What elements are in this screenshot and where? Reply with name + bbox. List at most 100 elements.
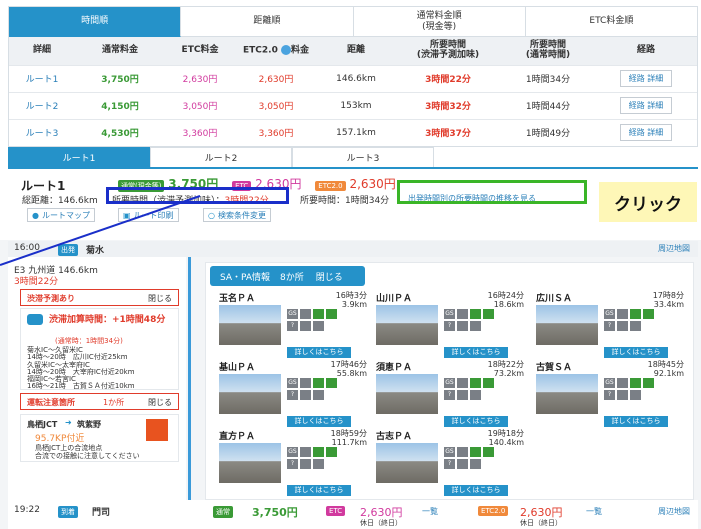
route-map-button[interactable]: ● ルートマップ bbox=[27, 208, 95, 222]
close-button[interactable]: 閉じる bbox=[316, 270, 343, 283]
sapa-title: SA・PA情報 bbox=[220, 272, 271, 283]
jam-time: 3時間37分 bbox=[395, 118, 501, 146]
shower-icon bbox=[643, 309, 654, 319]
etc-tag: ETC bbox=[326, 506, 346, 516]
route-name[interactable]: ルート3 bbox=[9, 118, 75, 146]
shower-icon bbox=[326, 309, 337, 319]
gas-icon: GS bbox=[444, 309, 455, 319]
route-name[interactable]: ルート2 bbox=[9, 91, 75, 119]
distance: 146.6km bbox=[317, 64, 395, 92]
jct-name: 鳥栖JCT bbox=[27, 420, 58, 429]
button-label: 検索条件変更 bbox=[217, 210, 266, 220]
parking-icon bbox=[313, 390, 324, 400]
tab-sort-time[interactable]: 時間順 bbox=[9, 7, 182, 37]
arrive-time: 19:22 bbox=[14, 505, 40, 515]
highlight-box bbox=[397, 180, 587, 204]
distance: 157.1km bbox=[317, 118, 395, 146]
printer-icon: ▣ bbox=[123, 210, 131, 220]
jct-to: 筑紫野 bbox=[77, 420, 101, 429]
button-label: ルート印刷 bbox=[133, 210, 174, 220]
more-link[interactable]: 詳しくはこちら bbox=[604, 347, 668, 358]
shop-icon bbox=[313, 309, 324, 319]
more-link[interactable]: 詳しくはこちら bbox=[287, 485, 351, 496]
route-name[interactable]: ルート1 bbox=[9, 64, 75, 92]
route-detail-button[interactable]: 経路 詳細 bbox=[619, 97, 673, 114]
spot-name: 玉名ＰＡ bbox=[219, 294, 256, 304]
spot-time-value: 17時46分 bbox=[330, 360, 367, 369]
etc-fee: 3,050円 bbox=[165, 91, 235, 119]
shop-icon bbox=[470, 447, 481, 457]
spot-dist: 73.2km bbox=[493, 369, 524, 379]
toilet-icon bbox=[300, 321, 311, 331]
sapa-spot: 玉名ＰＡ 16時3分 3.9km GS ? 詳しくはこちら bbox=[219, 291, 369, 361]
spot-name: 基山ＰＡ bbox=[219, 363, 256, 373]
shop-icon bbox=[630, 378, 641, 388]
more-link[interactable]: 詳しくはこちら bbox=[444, 416, 508, 427]
arrival-row: 19:22 到着 門司 通常 3,750円 ETC 2,630円 休日（終日） … bbox=[8, 500, 698, 529]
tab-sort-etc-fee[interactable]: ETC料金順 bbox=[525, 7, 697, 37]
toilet-icon bbox=[300, 390, 311, 400]
spot-name: 広川ＳＡ bbox=[536, 294, 573, 304]
more-link[interactable]: 詳しくはこちら bbox=[287, 347, 351, 358]
fee-label: 料金 bbox=[290, 45, 309, 56]
parking-icon bbox=[313, 459, 324, 469]
close-button[interactable]: 閉じる bbox=[148, 293, 172, 304]
tab-route-1[interactable]: ルート1 bbox=[8, 147, 150, 167]
more-link[interactable]: 詳しくはこちら bbox=[287, 416, 351, 427]
jam-detail-card: 渋滞加算時間：+1時間48分 (通常時：1時間34分) 菊水IC～久留米IC 1… bbox=[20, 308, 179, 390]
spot-time: 16時24分 18.6km bbox=[488, 291, 524, 309]
etc2-price: 2,630円 bbox=[349, 177, 396, 191]
caution-card: 運転注意箇所 1か所 閉じる bbox=[20, 393, 179, 410]
spot-time-value: 18時59分 bbox=[330, 429, 367, 438]
more-link[interactable]: 詳しくはこちら bbox=[444, 485, 508, 496]
sapa-spot: 山川ＰＡ 16時24分 18.6km GS ? 詳しくはこちら bbox=[376, 291, 526, 361]
change-condition-button[interactable]: ○ 検索条件変更 bbox=[203, 208, 271, 222]
route-detail-button[interactable]: 経路 詳細 bbox=[619, 70, 673, 87]
more-link[interactable]: 詳しくはこちら bbox=[444, 347, 508, 358]
tab-route-2[interactable]: ルート2 bbox=[150, 147, 292, 167]
spot-time-value: 16時24分 bbox=[487, 291, 524, 300]
nearby-map-link[interactable]: 周辺地図 bbox=[658, 243, 690, 254]
info-icon: ? bbox=[444, 390, 455, 400]
shower-icon bbox=[326, 378, 337, 388]
spot-time: 17時8分 33.4km bbox=[653, 291, 684, 309]
nearby-map-link[interactable]: 周辺地図 bbox=[658, 506, 690, 517]
shower-icon bbox=[326, 447, 337, 457]
restaurant-icon bbox=[457, 378, 468, 388]
spot-dist: 33.4km bbox=[653, 300, 684, 310]
gas-icon: GS bbox=[604, 378, 615, 388]
total-distance: 総距離：146.6km bbox=[22, 196, 98, 206]
header-detail: 詳細 bbox=[9, 37, 75, 65]
spot-photo bbox=[219, 374, 281, 414]
more-link[interactable]: 詳しくはこちら bbox=[604, 416, 668, 427]
route-detail-button[interactable]: 経路 詳細 bbox=[619, 124, 673, 142]
info-icon: ? bbox=[287, 321, 298, 331]
normal-fee: 4,150円 bbox=[75, 91, 165, 119]
gas-icon: GS bbox=[444, 378, 455, 388]
sapa-spot: 須恵ＰＡ 18時22分 73.2km GS ? 詳しくはこちら bbox=[376, 360, 526, 430]
tab-sort-distance[interactable]: 距離順 bbox=[181, 7, 354, 37]
restaurant-icon bbox=[300, 378, 311, 388]
spot-photo bbox=[219, 443, 281, 483]
leg-time: 3時間22分 bbox=[14, 277, 59, 287]
toilet-icon bbox=[457, 390, 468, 400]
sapa-spot: 古賀ＳＡ 18時45分 92.1km GS ? 詳しくはこちら bbox=[536, 360, 686, 430]
list-link[interactable]: 一覧 bbox=[422, 506, 438, 517]
tab-sort-normal-fee[interactable]: 通常料金順 (現金等) bbox=[353, 7, 526, 37]
table-row: ルート2 4,150円 3,050円 3,050円 153km 3時間32分 1… bbox=[9, 91, 697, 119]
highlight-box bbox=[106, 187, 289, 204]
info-icon: ? bbox=[287, 459, 298, 469]
etc-fee: 2,630円 bbox=[165, 64, 235, 92]
header-line: (渋滞予測加味) bbox=[416, 49, 480, 60]
normal-fee: 3,750円 bbox=[75, 64, 165, 92]
toilet-icon bbox=[457, 459, 468, 469]
tab-route-3[interactable]: ルート3 bbox=[292, 147, 434, 167]
route-print-button[interactable]: ▣ ルート印刷 bbox=[118, 208, 179, 222]
close-button[interactable]: 閉じる bbox=[148, 397, 172, 408]
list-link[interactable]: 一覧 bbox=[586, 506, 602, 517]
caution-title: 運転注意箇所 bbox=[27, 398, 75, 407]
info-icon[interactable] bbox=[280, 45, 291, 56]
spot-time-value: 18時22分 bbox=[487, 360, 524, 369]
toilet-icon bbox=[457, 321, 468, 331]
caution-icon bbox=[146, 419, 168, 441]
